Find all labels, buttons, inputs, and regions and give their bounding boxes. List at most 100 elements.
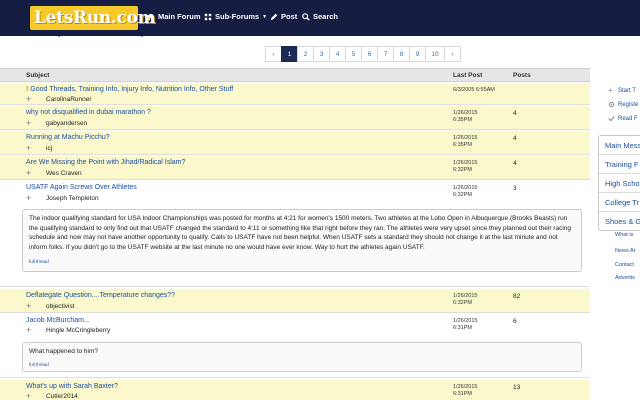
last-post-date[interactable]: 1/26/2015: [453, 384, 477, 391]
page-5[interactable]: 5: [345, 46, 362, 62]
last-post-date[interactable]: 1/26/2015: [453, 110, 477, 117]
site-logo[interactable]: LetsRun.com: [30, 6, 156, 30]
thread-table-header: Subject Last Post Posts: [0, 68, 590, 82]
sidebar-register[interactable]: Registe: [608, 101, 638, 108]
thread-subject-link[interactable]: Are We Missing the Point with Jihad/Radi…: [26, 159, 185, 166]
caret-down-icon: ▼: [262, 13, 268, 20]
last-post-date[interactable]: 1/26/2015: [453, 185, 477, 192]
pencil-icon: [270, 13, 278, 20]
thread-author[interactable]: objectivist: [46, 303, 75, 310]
post-count: 4: [513, 110, 517, 117]
sidebar-footer-link[interactable]: Contact: [615, 262, 634, 268]
collapse-icon[interactable]: +: [26, 194, 31, 203]
thread-author[interactable]: CarolinaRunner: [46, 96, 92, 103]
sidebar-action-label: Read F: [618, 115, 638, 122]
sidebar-forum-college[interactable]: College Tr: [599, 193, 640, 212]
expand-icon[interactable]: +: [26, 392, 31, 400]
page-10[interactable]: 10: [425, 46, 445, 62]
check-icon: [608, 116, 615, 122]
expand-icon[interactable]: +: [26, 119, 31, 128]
sidebar-forum-main[interactable]: Main Mess: [599, 136, 640, 155]
collapse-icon[interactable]: +: [26, 326, 31, 335]
last-post-time[interactable]: 6:35PM: [453, 117, 472, 124]
expand-icon[interactable]: +: [26, 144, 31, 153]
expand-icon[interactable]: +: [26, 302, 31, 311]
top-navbar: LetsRun.com Main Forum Sub-Forums ▼ Post…: [0, 0, 640, 36]
thread-subject-link[interactable]: USATF Again Screws Over Athletes: [26, 184, 137, 191]
page-2[interactable]: 2: [297, 46, 314, 62]
sidebar-start-thread[interactable]: + Start T: [608, 86, 636, 95]
thread-author[interactable]: icj: [46, 145, 52, 152]
nav-search[interactable]: Search: [302, 12, 338, 21]
sidebar-footer-link[interactable]: Advertis: [615, 275, 635, 281]
post-excerpt-text: What happened to him?: [29, 348, 99, 355]
sidebar-footer-link[interactable]: What is: [615, 232, 633, 238]
nav-post-label: Post: [281, 12, 298, 21]
sidebar-read-faq[interactable]: Read F: [608, 115, 638, 122]
col-last-post: Last Post: [453, 72, 483, 79]
thread-author[interactable]: Joseph Templeton: [46, 195, 99, 202]
thread-subject-link[interactable]: why not disqualified in dubai marathon ?: [26, 109, 151, 116]
page-next[interactable]: ›: [444, 46, 461, 62]
pagination: ‹ 1 2 3 4 5 6 7 8 9 10 ›: [265, 46, 461, 62]
page-7[interactable]: 7: [377, 46, 394, 62]
plus-icon: +: [608, 86, 613, 95]
last-post-date[interactable]: 1/26/2015: [453, 160, 477, 167]
thread-subject-link[interactable]: What's up with Sarah Baxter?: [26, 383, 118, 390]
thread-subject-link[interactable]: Jacob McBurcham...: [26, 317, 90, 324]
page-1[interactable]: 1: [281, 46, 298, 62]
post-excerpt: What happened to him? full thread: [22, 342, 582, 372]
last-post-time[interactable]: 6:31PM: [453, 391, 472, 398]
thread-subject-link[interactable]: Running at Machu Picchu?: [26, 134, 110, 141]
table-row: why not disqualified in dubai marathon ?…: [0, 106, 590, 130]
sidebar-forum-list: Main Mess Training F High Scho College T…: [598, 135, 640, 231]
page-prev[interactable]: ‹: [265, 46, 282, 62]
page-3[interactable]: 3: [313, 46, 330, 62]
expand-icon[interactable]: +: [26, 169, 31, 178]
col-posts: Posts: [513, 72, 531, 79]
last-post-time[interactable]: 6:32PM: [453, 167, 472, 174]
nav-main-forum-label: Main Forum: [158, 12, 201, 21]
thread-author[interactable]: Hingle McCringleberry: [46, 327, 110, 334]
table-row: Running at Machu Picchu? + icj 1/26/2015…: [0, 131, 590, 155]
page-4[interactable]: 4: [329, 46, 346, 62]
sidebar-forum-shoes[interactable]: Shoes & G: [599, 212, 640, 230]
full-thread-link[interactable]: full thread: [29, 360, 575, 370]
thread-subject-link[interactable]: Deflategate Question....Temperature chan…: [26, 292, 175, 299]
sidebar-forum-high-school[interactable]: High Scho: [599, 174, 640, 193]
logo-text: LetsRun.com: [34, 8, 156, 28]
full-thread-link[interactable]: full thread: [29, 257, 575, 267]
post-count: 13: [513, 384, 521, 391]
thread-author[interactable]: Wes Craven: [46, 170, 82, 177]
last-post-time[interactable]: 6:32PM: [453, 300, 472, 307]
thread-author[interactable]: Cutler2014: [46, 393, 78, 400]
last-post-date[interactable]: 1/26/2015: [453, 318, 477, 325]
nav-sub-forums-label: Sub-Forums: [215, 12, 260, 21]
last-post-date[interactable]: 1/26/2015: [453, 135, 477, 142]
sidebar-footer-link[interactable]: News Ar: [615, 248, 635, 254]
sidebar-forum-training[interactable]: Training F: [599, 155, 640, 174]
nav-sub-forums[interactable]: Sub-Forums ▼: [204, 12, 267, 21]
nav-search-label: Search: [313, 12, 339, 21]
page-9[interactable]: 9: [409, 46, 426, 62]
nav-post[interactable]: Post: [270, 12, 297, 21]
nav-main-forum[interactable]: Main Forum: [147, 12, 201, 21]
last-post-date[interactable]: 6/3/2005 6:55AM: [453, 87, 495, 94]
expand-icon[interactable]: +: [26, 95, 31, 104]
post-excerpt: The indoor qualifying standard for USA I…: [22, 209, 582, 272]
post-count: 6: [513, 318, 517, 325]
thread-subject-link[interactable]: ! Good Threads, Training Info, Injury In…: [26, 86, 233, 93]
last-post-time[interactable]: 6:32PM: [453, 192, 472, 199]
table-row: Are We Missing the Point with Jihad/Radi…: [0, 156, 590, 180]
sidebar-action-label: Registe: [618, 101, 639, 108]
post-count: 82: [513, 293, 521, 300]
page-8[interactable]: 8: [393, 46, 410, 62]
table-row: What's up with Sarah Baxter? + Cutler201…: [0, 380, 590, 400]
sidebar-action-label: Start T: [618, 87, 636, 94]
last-post-time[interactable]: 6:35PM: [453, 142, 472, 149]
page-6[interactable]: 6: [361, 46, 378, 62]
last-post-date[interactable]: 1/26/2015: [453, 293, 477, 300]
home-icon: [147, 13, 155, 20]
last-post-time[interactable]: 6:31PM: [453, 325, 472, 332]
thread-author[interactable]: gabyandersen: [46, 120, 87, 127]
